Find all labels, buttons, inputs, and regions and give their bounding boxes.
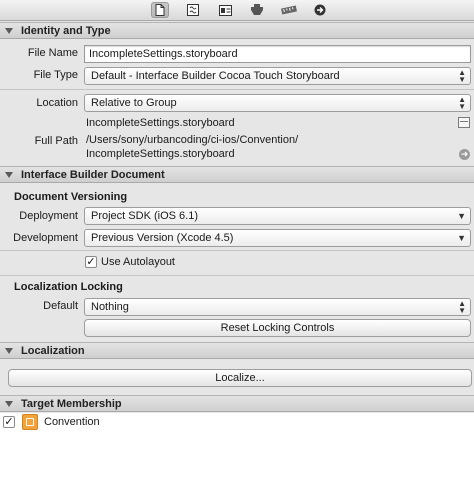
divider [0,275,474,276]
target-name: Convention [44,416,100,428]
chevron-down-icon: ▼ [457,211,466,221]
localize-button[interactable]: Localize... [8,369,472,387]
disclosure-triangle-icon[interactable] [5,171,13,178]
attributes-icon[interactable] [248,2,266,18]
identity-section-header[interactable]: Identity and Type [0,22,474,39]
section-title: Interface Builder Document [21,168,165,181]
development-popup[interactable]: Previous Version (Xcode 4.5) ▼ [84,229,471,247]
reveal-in-finder-icon[interactable]: ➜ [459,149,470,160]
quick-help-icon[interactable] [184,2,202,18]
divider [0,89,474,90]
chevron-down-icon: ▼ [457,233,466,243]
disclosure-triangle-icon[interactable] [5,27,13,34]
file-type-value: Default - Interface Builder Cocoa Touch … [91,70,340,82]
full-path-line-1: /Users/sony/urbancoding/ci-ios/Conventio… [86,134,299,146]
choose-folder-icon[interactable] [458,117,470,128]
popup-arrows-icon: ▲ ▼ [458,95,466,111]
popup-arrows-icon: ▲ ▼ [458,299,466,315]
location-value: Relative to Group [91,97,177,109]
full-path-label: Full Path [34,135,78,147]
file-type-popup[interactable]: Default - Interface Builder Cocoa Touch … [84,67,471,85]
identity-icon[interactable] [216,2,234,18]
default-label: Default [43,300,78,312]
development-value: Previous Version (Xcode 4.5) [91,232,234,244]
reset-locking-controls-button[interactable]: Reset Locking Controls [84,319,471,337]
section-title: Target Membership [21,397,122,410]
section-title: Localization [21,344,85,357]
full-path-line-2: IncompleteSettings.storyboard [86,148,235,160]
list-item: ✓ Convention [0,413,474,431]
use-autolayout-checkbox[interactable]: ✓ [85,256,97,268]
location-label: Location [36,97,78,109]
target-list: ✓ Convention [0,413,474,482]
deployment-value: Project SDK (iOS 6.1) [91,210,198,222]
location-file-name: IncompleteSettings.storyboard [86,117,235,129]
divider [0,250,474,251]
localization-section-header[interactable]: Localization [0,342,474,359]
target-checkbox[interactable]: ✓ [3,416,15,428]
inspector-toolbar [0,0,474,21]
deployment-label: Deployment [19,210,78,222]
localization-locking-title: Localization Locking [14,281,123,293]
file-icon[interactable] [151,2,169,18]
file-type-label: File Type [33,69,78,81]
section-title: Identity and Type [21,24,111,37]
file-name-label: File Name [27,47,78,59]
default-locking-value: Nothing [91,301,129,313]
document-versioning-title: Document Versioning [14,191,128,203]
ib-document-section-header[interactable]: Interface Builder Document [0,166,474,183]
deployment-popup[interactable]: Project SDK (iOS 6.1) ▼ [84,207,471,225]
location-popup[interactable]: Relative to Group ▲ ▼ [84,94,471,112]
default-locking-popup[interactable]: Nothing ▲ ▼ [84,298,471,316]
use-autolayout-label: Use Autolayout [101,256,175,268]
disclosure-triangle-icon[interactable] [5,347,13,354]
target-membership-section-header[interactable]: Target Membership [0,395,474,412]
size-icon[interactable] [280,2,298,18]
connections-icon[interactable] [311,2,329,18]
disclosure-triangle-icon[interactable] [5,400,13,407]
development-label: Development [13,232,78,244]
popup-arrows-icon: ▲ ▼ [458,68,466,84]
file-name-field[interactable]: IncompleteSettings.storyboard [84,45,471,63]
app-target-icon [22,414,38,430]
